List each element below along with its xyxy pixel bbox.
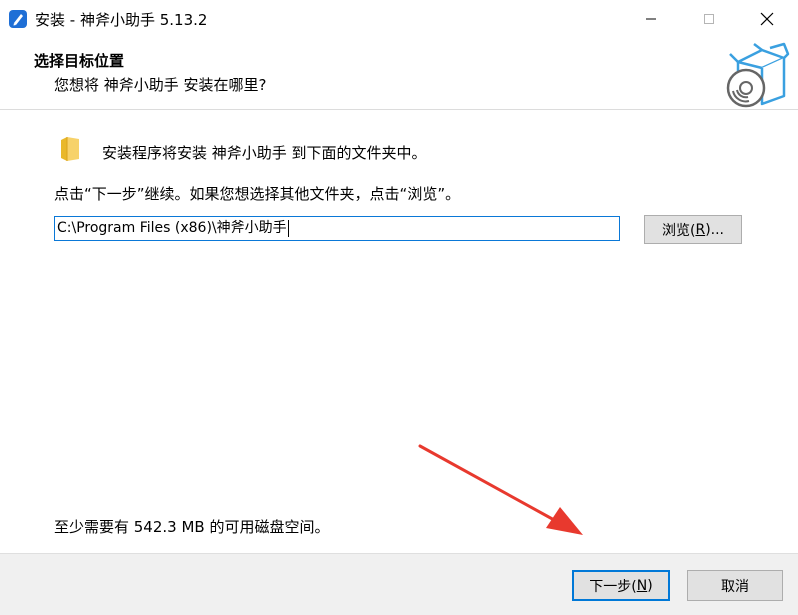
install-path-input[interactable]: C:\Program Files (x86)\神斧小助手 <box>54 216 620 241</box>
browse-button[interactable]: 浏览(R)... <box>644 215 742 244</box>
title-bar: 安装 - 神斧小助手 5.13.2 <box>0 0 798 38</box>
page-subtitle: 您想将 神斧小助手 安装在哪里? <box>54 76 267 94</box>
next-accelerator: N <box>636 577 648 594</box>
text-caret <box>287 219 289 237</box>
minimize-button[interactable] <box>628 0 674 38</box>
install-intro-text: 安装程序将安装 神斧小助手 到下面的文件夹中。 <box>102 144 427 162</box>
disk-space-text: 至少需要有 542.3 MB 的可用磁盘空间。 <box>54 518 330 536</box>
browse-label-suffix: )... <box>705 221 724 238</box>
maximize-button[interactable] <box>686 0 732 38</box>
wizard-footer <box>0 553 798 615</box>
next-button[interactable]: 下一步(N) <box>572 570 670 601</box>
next-label-suffix: ) <box>647 577 653 594</box>
install-path-value: C:\Program Files (x86)\神斧小助手 <box>57 220 287 236</box>
browse-accelerator: R <box>695 221 706 238</box>
instruction-text: 点击“下一步”继续。如果您想选择其他文件夹，点击“浏览”。 <box>54 185 461 203</box>
app-pen-icon <box>9 10 27 28</box>
cancel-label: 取消 <box>721 578 749 595</box>
maximize-icon <box>704 14 714 24</box>
next-label-prefix: 下一步( <box>589 578 637 595</box>
page-title: 选择目标位置 <box>34 52 125 70</box>
minimize-icon <box>646 18 656 20</box>
software-box-cd-icon <box>722 42 794 112</box>
wizard-header: 选择目标位置 您想将 神斧小助手 安装在哪里? <box>0 38 798 109</box>
header-divider <box>0 109 798 110</box>
browse-label-prefix: 浏览( <box>661 222 696 239</box>
close-button[interactable] <box>744 0 790 38</box>
folder-icon <box>60 136 80 166</box>
close-icon <box>760 12 774 26</box>
cancel-button[interactable]: 取消 <box>687 570 783 601</box>
window-title: 安装 - 神斧小助手 5.13.2 <box>35 11 208 29</box>
